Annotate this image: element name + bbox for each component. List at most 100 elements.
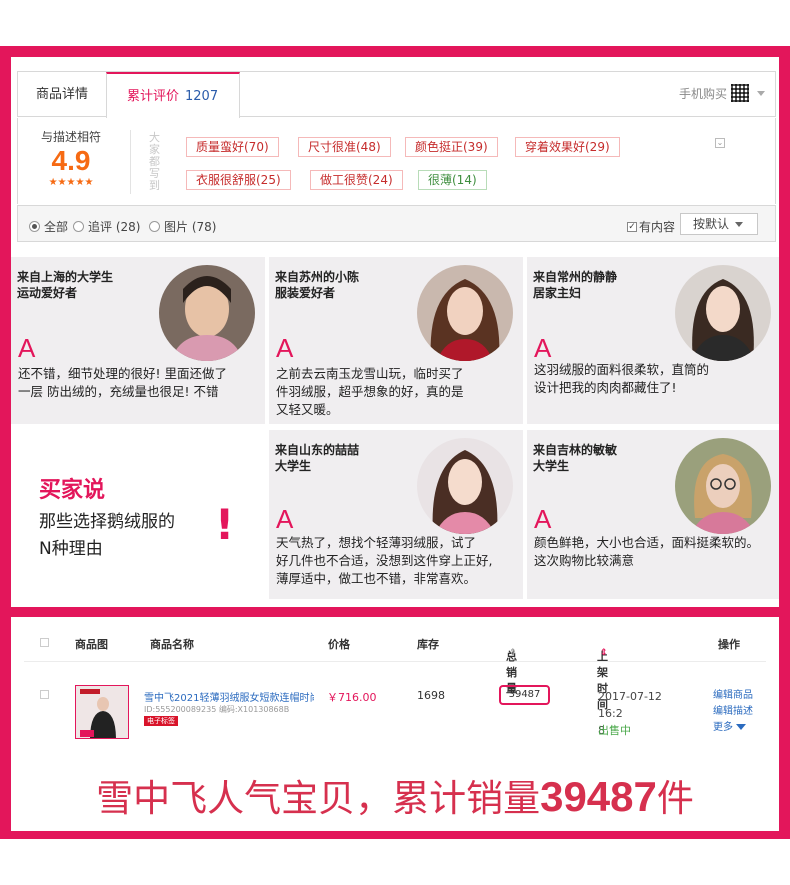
review-card: 来自山东的喆喆 大学生 A 天气热了，想找个轻薄羽绒服，试了 好几件也不合适，没… xyxy=(269,430,523,599)
sales-headline: 雪中飞人气宝贝，累计销量39487件 xyxy=(0,768,790,822)
edit-product-link[interactable]: 编辑商品 xyxy=(713,688,753,704)
buyer-says-title: 买家说 xyxy=(39,478,106,503)
filter-follow-label: 追评 (28) xyxy=(88,220,141,234)
review-text: 这羽绒服的面料很柔软，直筒的 设计把我的肉肉都藏住了! xyxy=(534,362,710,395)
table-row: 雪中飞2021轻薄羽绒服女短款连帽时尚宽... ID:555200089235 … xyxy=(24,670,766,760)
buyer-says-line1: 那些选择鹅绒服的 xyxy=(39,512,175,532)
review-count: 1207 xyxy=(185,89,219,104)
product-id: ID:555200089235 编码:X10130868B xyxy=(144,705,290,714)
divider xyxy=(130,130,131,194)
review-text: 颜色鲜艳，大小也合适，面料挺柔软的。 这次购物比较满意 xyxy=(534,535,760,568)
filter-all[interactable]: 全部 xyxy=(29,218,68,235)
row-checkbox[interactable] xyxy=(40,690,49,699)
buyer-says-line2: N种理由 xyxy=(39,539,103,559)
e-label-badge: 电子标签 xyxy=(144,716,178,726)
filter-images-label: 图片 (78) xyxy=(164,220,217,234)
review-tag[interactable]: 衣服很舒服(25) xyxy=(186,170,291,190)
reviewer-info: 来自上海的大学生 运动爱好者 xyxy=(17,270,114,300)
buyer-says-panel: 买家说 那些选择鹅绒服的 N种理由 ! xyxy=(11,428,265,599)
product-stock: 1698 xyxy=(417,689,445,702)
review-text: 还不错，细节处理的很好! 里面还做了 一层 防出绒的，充绒量也很足! 不错 xyxy=(18,366,227,399)
has-content-label: 有内容 xyxy=(638,220,675,234)
quote-mark: A xyxy=(276,333,294,363)
chevron-down-icon xyxy=(736,724,746,730)
review-tag[interactable]: 穿着效果好(29) xyxy=(515,137,620,157)
col-image: 商品图 xyxy=(75,638,108,651)
sort-dropdown[interactable]: 按默认 xyxy=(680,213,758,235)
sort-icon: ⇕ xyxy=(509,648,517,658)
quote-mark: A xyxy=(18,333,36,363)
review-card: 来自苏州的小陈 服装爱好者 A 之前去云南玉龙雪山玩，临时买了 件羽绒服，超乎想… xyxy=(269,257,523,424)
radio-icon xyxy=(149,221,160,232)
score-value: 4.9 xyxy=(51,145,91,176)
review-tag[interactable]: 很薄(14) xyxy=(418,170,487,190)
review-card: 来自常州的静静 居家主妇 A 这羽绒服的面料很柔软，直筒的 设计把我的肉肉都藏住… xyxy=(527,257,779,424)
more-menu[interactable]: 更多 xyxy=(713,720,753,736)
col-price: 价格 xyxy=(328,638,350,651)
has-content-checkbox[interactable]: ✓ 有内容 xyxy=(626,218,675,235)
headline-number: 39487 xyxy=(540,773,657,820)
qr-code-icon xyxy=(731,84,749,102)
sort-label: 按默认 xyxy=(693,217,730,231)
product-thumbnail[interactable] xyxy=(75,685,129,739)
reviewer-avatar xyxy=(417,265,513,361)
review-filter-bar: 全部 追评 (28) 图片 (78) ✓ 有内容 按默认 xyxy=(17,205,776,242)
exclamation-mark: ! xyxy=(215,500,235,549)
reviewer-info: 来自山东的喆喆 大学生 xyxy=(275,443,360,473)
tab-reviews-label: 累计评价 xyxy=(127,89,180,104)
total-sold: 39487 xyxy=(499,685,550,705)
review-tag[interactable]: 颜色挺正(39) xyxy=(405,137,498,157)
score-label: 与描述相符 xyxy=(40,130,101,144)
phone-buy[interactable]: 手机购买 xyxy=(679,84,765,102)
checkmark-icon: ✓ xyxy=(626,221,637,232)
select-all-checkbox[interactable] xyxy=(40,638,49,647)
rating-summary: 与描述相符 4.9 ★★★★★ 大家都写到 质量蛮好(70) 尺寸很准(48) … xyxy=(17,118,776,204)
review-tag[interactable]: 质量蛮好(70) xyxy=(186,137,279,157)
review-tag[interactable]: 尺寸很准(48) xyxy=(298,137,391,157)
buyer-says-subtitle: 那些选择鹅绒服的 N种理由 xyxy=(39,509,175,563)
headline-text: 雪中飞人气宝贝，累计销量 xyxy=(96,777,541,820)
col-ops: 操作 xyxy=(718,638,740,651)
review-card: 来自上海的大学生 运动爱好者 A 还不错，细节处理的很好! 里面还做了 一层 防… xyxy=(11,257,265,424)
review-tag[interactable]: 做工很赞(24) xyxy=(310,170,403,190)
product-price: ￥716.00 xyxy=(327,691,377,704)
reviewer-avatar xyxy=(675,438,771,534)
quote-mark: A xyxy=(534,333,552,363)
score-block: 与描述相符 4.9 ★★★★★ xyxy=(18,128,124,188)
radio-icon xyxy=(73,221,84,232)
more-label: 更多 xyxy=(713,722,733,733)
review-card: 来自吉林的敏敏 大学生 A 颜色鲜艳，大小也合适，面料挺柔软的。 这次购物比较满… xyxy=(527,430,779,599)
filter-follow-up[interactable]: 追评 (28) xyxy=(73,218,140,235)
product-table-header: 商品图 商品名称 价格 库存 总销量 ⇕ 上架时间 ⇕ 操作 xyxy=(24,624,766,711)
review-text: 之前去云南玉龙雪山玩，临时买了 件羽绒服，超乎想象的好，真的是 又轻又暖。 xyxy=(276,366,464,417)
reviewer-avatar xyxy=(675,265,771,361)
reviewer-info: 来自苏州的小陈 服装爱好者 xyxy=(275,270,360,300)
chevron-down-icon xyxy=(757,90,765,96)
star-rating: ★★★★★ xyxy=(48,177,94,188)
col-name: 商品名称 xyxy=(150,638,194,651)
tab-reviews[interactable]: 累计评价 1207 xyxy=(106,72,240,118)
expand-tags-icon[interactable]: ⌄ xyxy=(715,138,725,148)
review-text: 天气热了，想找个轻薄羽绒服，试了 好几件也不合适，没想到这件穿上正好, 薄厚适中… xyxy=(276,535,493,586)
quote-mark: A xyxy=(534,504,552,534)
tab-product-detail[interactable]: 商品详情 xyxy=(18,72,106,117)
reviewer-info: 来自吉林的敏敏 大学生 xyxy=(533,443,618,473)
tags-vertical-label: 大家都写到 xyxy=(149,131,160,192)
filter-all-label: 全部 xyxy=(44,220,69,234)
reviewer-avatar xyxy=(417,438,513,534)
quote-mark: A xyxy=(276,504,294,534)
product-name-link[interactable]: 雪中飞2021轻薄羽绒服女短款连帽时尚宽... xyxy=(144,689,314,704)
reviewer-avatar xyxy=(159,265,255,361)
tab-bar: 商品详情 累计评价 1207 手机购买 xyxy=(17,71,776,118)
chevron-down-icon xyxy=(735,222,744,227)
headline-suffix: 件 xyxy=(656,777,694,820)
row-actions: 编辑商品 编辑描述 更多 xyxy=(713,688,753,736)
radio-icon xyxy=(29,221,40,232)
phone-buy-label: 手机购买 xyxy=(678,86,727,101)
col-stock: 库存 xyxy=(417,638,439,651)
reviewer-info: 来自常州的静静 居家主妇 xyxy=(533,270,618,300)
filter-images[interactable]: 图片 (78) xyxy=(149,218,216,235)
sale-status: 出售中 xyxy=(598,724,631,737)
edit-description-link[interactable]: 编辑描述 xyxy=(713,704,753,720)
sort-icon: ⇕ xyxy=(600,648,608,658)
